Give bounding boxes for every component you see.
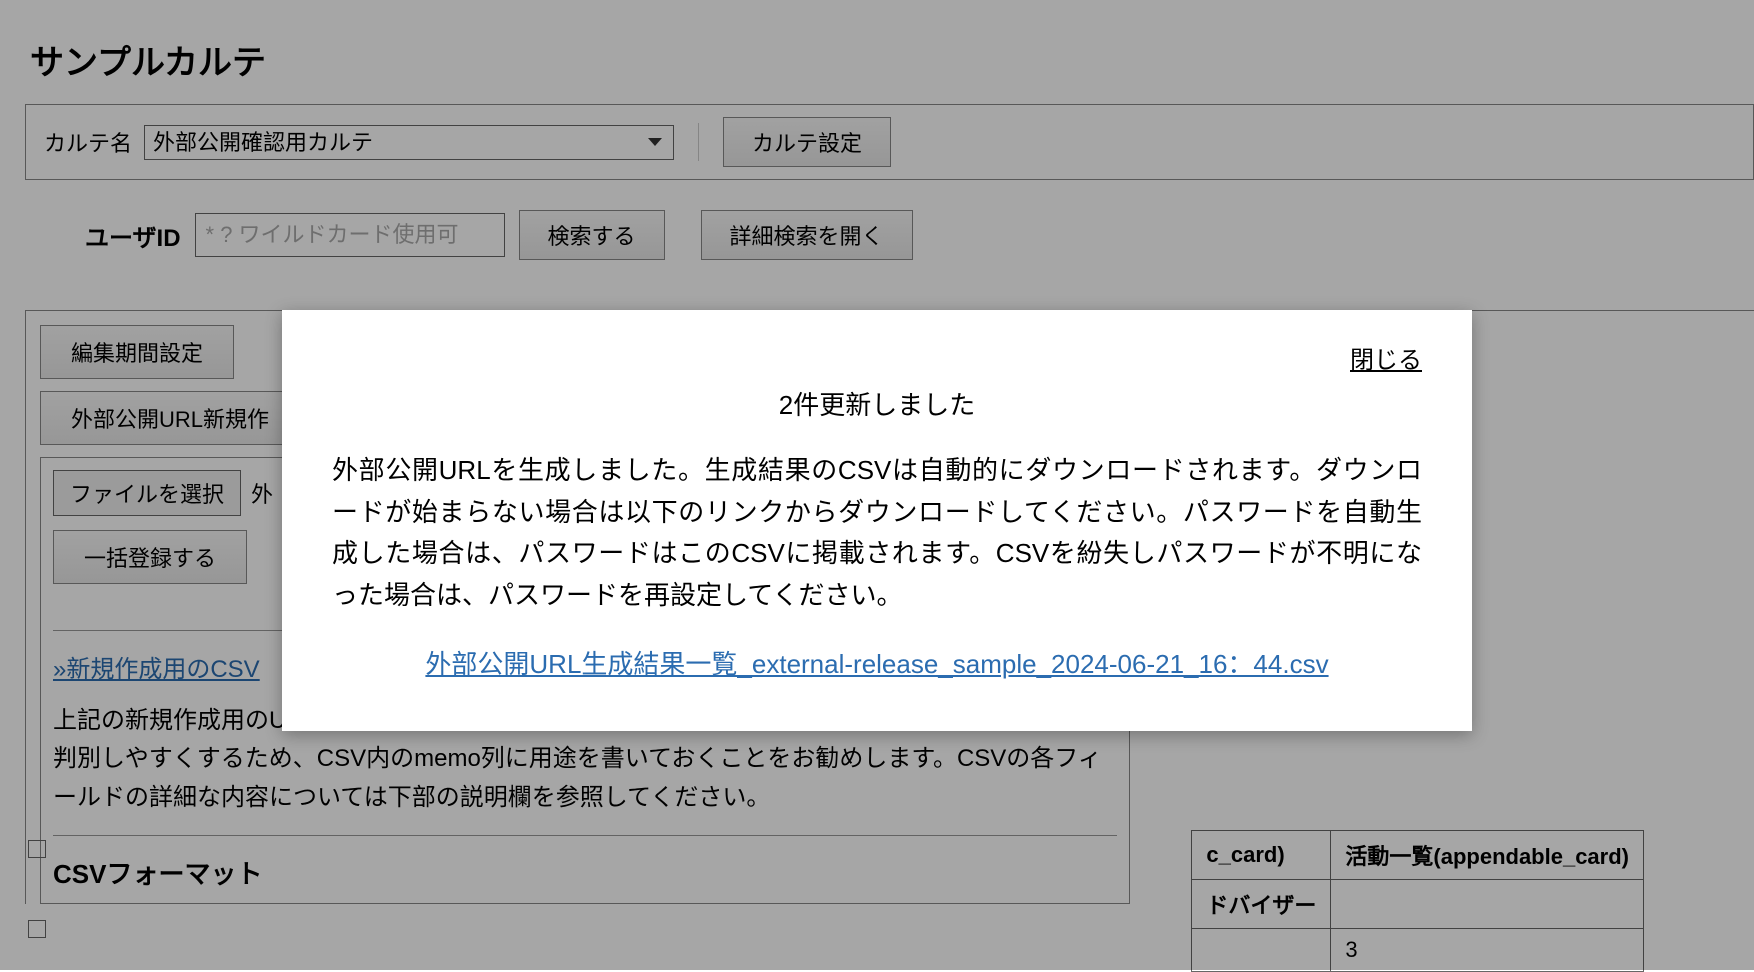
modal-body-text: 外部公開URLを生成しました。生成結果のCSVは自動的にダウンロードされます。ダ…: [332, 450, 1422, 616]
update-result-modal: 閉じる 2件更新しました 外部公開URLを生成しました。生成結果のCSVは自動的…: [282, 310, 1472, 731]
modal-download-link[interactable]: 外部公開URL生成結果一覧_external-release_sample_20…: [425, 649, 1328, 679]
modal-close-link[interactable]: 閉じる: [332, 340, 1422, 375]
modal-title: 2件更新しました: [332, 385, 1422, 422]
